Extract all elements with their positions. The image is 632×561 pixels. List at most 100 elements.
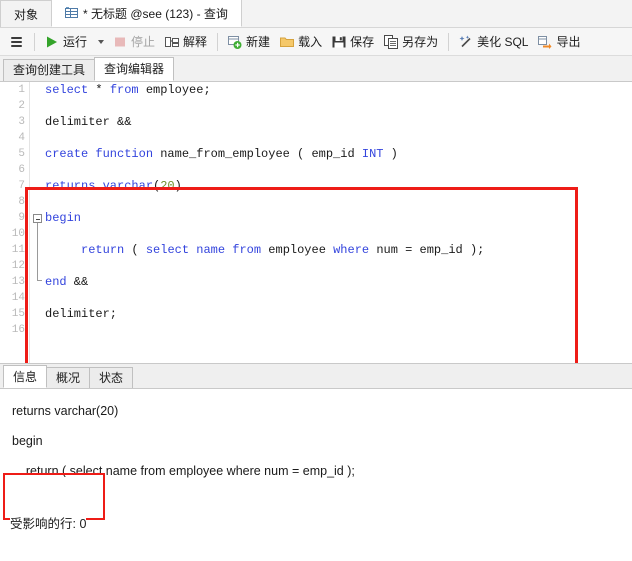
fold-range-line	[37, 223, 38, 280]
code-line[interactable]	[45, 130, 632, 146]
code-line[interactable]	[45, 322, 632, 338]
save-disk-icon	[332, 36, 346, 47]
code-token: name_from_employee ( emp_id	[153, 147, 362, 161]
line-number-gutter: 1 2 3 4 5 6 7 8 9 10 11 12 13 14 15 16	[0, 82, 30, 363]
save-as-label: 另存为	[402, 35, 439, 49]
new-query-icon	[228, 35, 242, 49]
code-token: delimiter;	[45, 307, 118, 321]
export-icon	[538, 35, 552, 49]
code-token: create function	[45, 147, 154, 161]
code-token: 20	[160, 179, 175, 193]
load-button[interactable]: 载入	[275, 31, 327, 53]
subtab-query-builder[interactable]: 查询创建工具	[3, 59, 96, 81]
line-number: 16	[11, 324, 25, 336]
run-button[interactable]: 运行	[40, 31, 92, 53]
toolbar-separator-1	[34, 32, 35, 51]
results-tab-profile[interactable]: 概况	[46, 367, 91, 388]
code-line[interactable]	[45, 98, 632, 114]
collapse-minus-icon[interactable]	[33, 214, 42, 223]
code-token: from	[109, 83, 139, 97]
line-number: 14	[11, 292, 25, 304]
beautify-sql-button[interactable]: 美化 SQL	[454, 31, 533, 53]
explain-button[interactable]: 解释	[160, 31, 212, 53]
code-line[interactable]: end &&	[45, 274, 632, 290]
line-number: 3	[18, 116, 25, 128]
code-token: from	[232, 243, 262, 257]
results-tab-status[interactable]: 状态	[89, 367, 134, 388]
code-line[interactable]: select * from employee;	[45, 82, 632, 98]
line-number: 4	[18, 132, 25, 144]
line-number: 9	[18, 212, 25, 224]
code-line[interactable]	[45, 226, 632, 242]
line-number: 13	[11, 276, 25, 288]
code-line[interactable]: delimiter;	[45, 306, 632, 322]
code-line[interactable]: begin	[45, 210, 632, 226]
run-dropdown-button[interactable]	[92, 31, 108, 53]
tab-query[interactable]: * 无标题 @see (123) - 查询	[51, 0, 242, 27]
code-line[interactable]: delimiter &&	[45, 114, 632, 130]
code-line[interactable]: return ( select name from employee where…	[45, 242, 632, 258]
line-number: 8	[18, 196, 25, 208]
line-number: 7	[18, 180, 25, 192]
window-tabstrip: 对象 * 无标题 @see (123) - 查询	[0, 0, 632, 28]
code-token: select	[145, 243, 190, 257]
results-tab-info-label: 信息	[13, 370, 38, 384]
folder-icon	[280, 37, 295, 47]
editor-subtabs: 查询创建工具 查询编辑器	[0, 56, 632, 82]
sql-query-window: 对象 * 无标题 @see (123) - 查询 运行 停止 解释 新建 载入 …	[0, 0, 632, 561]
code-token: num = emp_id );	[369, 243, 485, 257]
output-line: return ( select name from employee where…	[12, 464, 355, 478]
output-line: begin	[12, 434, 43, 448]
code-token: select	[45, 83, 89, 97]
execution-status: 受影响的行: 0 时间: 0.012s	[10, 477, 87, 561]
line-number: 5	[18, 148, 25, 160]
save-label: 保存	[350, 35, 375, 49]
code-line[interactable]: create function name_from_employee ( emp…	[45, 146, 632, 162]
export-button[interactable]: 导出	[533, 31, 585, 53]
line-number: 12	[11, 260, 25, 272]
beautify-sql-label: 美化 SQL	[477, 35, 529, 49]
subtab-query-editor[interactable]: 查询编辑器	[94, 57, 175, 81]
code-token: begin	[45, 211, 82, 225]
code-token: delimiter &&	[45, 115, 132, 129]
code-token: &&	[66, 275, 89, 289]
code-line[interactable]	[45, 194, 632, 210]
tab-objects[interactable]: 对象	[0, 0, 53, 27]
new-query-button[interactable]: 新建	[223, 31, 275, 53]
code-token: *	[88, 83, 110, 97]
code-fold-column[interactable]	[31, 82, 45, 363]
results-panel: 信息 概况 状态 returns varchar(20) begin retur…	[0, 364, 632, 561]
toolbar-separator-3	[448, 32, 450, 51]
toolbar-separator-2	[217, 32, 219, 51]
subtab-query-builder-label: 查询创建工具	[13, 63, 86, 77]
code-token: INT	[361, 147, 384, 161]
code-token: employee	[261, 243, 334, 257]
code-line[interactable]	[45, 162, 632, 178]
save-button[interactable]: 保存	[327, 31, 379, 53]
code-token: employee;	[138, 83, 211, 97]
menu-button[interactable]	[4, 31, 29, 53]
load-label: 载入	[298, 35, 323, 49]
code-line[interactable]	[45, 290, 632, 306]
stop-button[interactable]: 停止	[108, 31, 160, 53]
subtab-query-editor-label: 查询编辑器	[104, 62, 165, 76]
code-token: end	[45, 275, 67, 289]
hamburger-icon	[9, 36, 24, 47]
sql-editor[interactable]: 1 2 3 4 5 6 7 8 9 10 11 12 13 14 15 16 select * from em…	[0, 82, 632, 364]
code-token: return	[81, 243, 125, 257]
tab-query-label: * 无标题 @see (123) - 查询	[83, 6, 228, 21]
play-icon	[47, 36, 57, 47]
results-tab-info[interactable]: 信息	[3, 365, 48, 388]
line-number: 15	[11, 308, 25, 320]
code-line[interactable]: returns varchar(20)	[45, 178, 632, 194]
chevron-down-icon	[98, 39, 105, 44]
save-as-button[interactable]: 另存为	[379, 31, 443, 53]
code-token: (	[124, 243, 146, 257]
line-number: 11	[11, 244, 25, 256]
code-line[interactable]	[45, 258, 632, 274]
code-token: where	[333, 243, 370, 257]
code-token: )	[174, 179, 182, 193]
sql-code-content[interactable]: select * from employee; delimiter && cre…	[45, 82, 632, 363]
tab-objects-label: 对象	[14, 7, 39, 22]
